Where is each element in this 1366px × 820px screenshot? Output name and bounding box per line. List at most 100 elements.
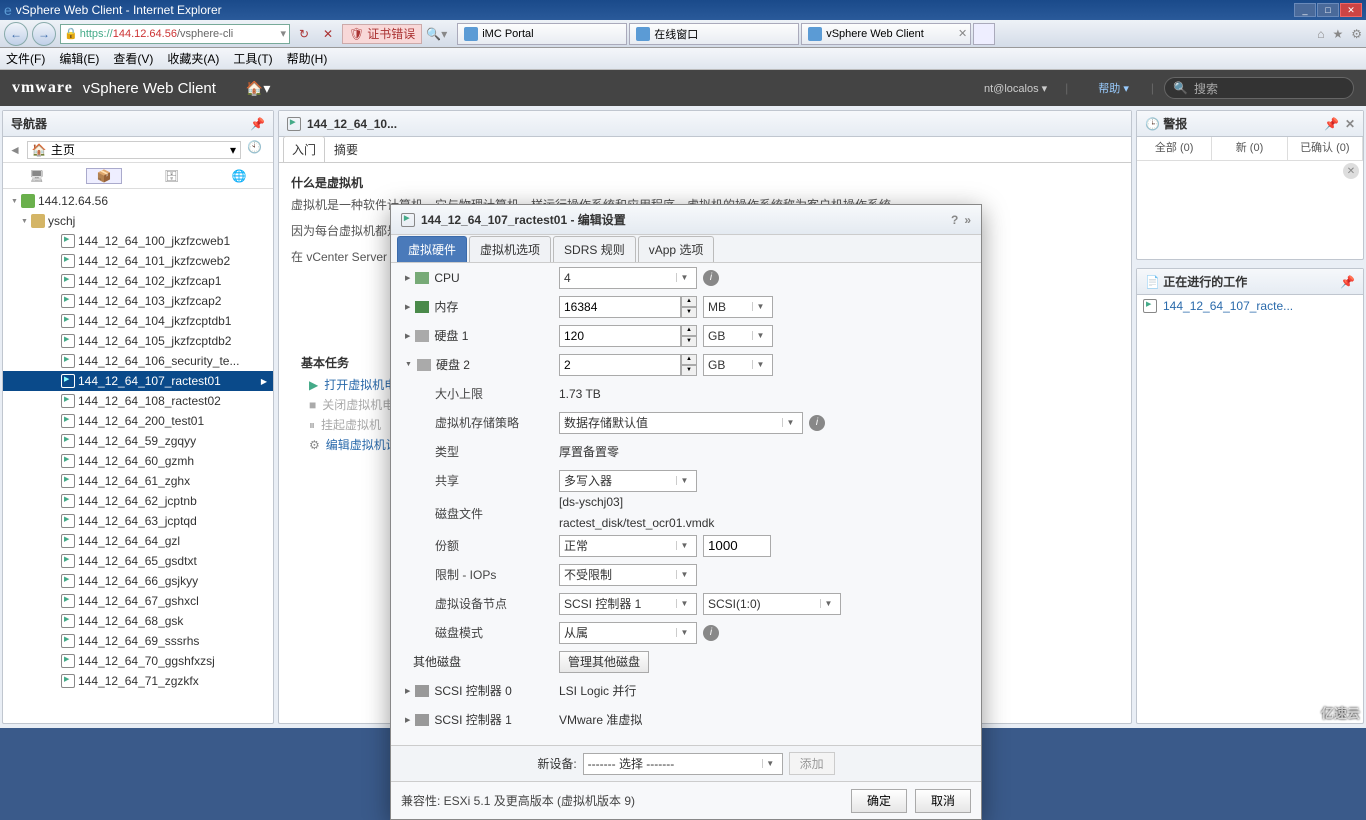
pin-icon[interactable]: 📌 (1324, 117, 1339, 131)
vdev-pos-select[interactable]: SCSI(1:0)▼ (703, 593, 841, 615)
tree-vm-item[interactable]: 144_12_64_100_jkzfzcweb1 (3, 231, 273, 251)
search-dropdown-icon[interactable]: 🔍▾ (426, 27, 447, 41)
cancel-button[interactable]: 取消 (915, 789, 971, 813)
addr-dropdown-icon[interactable]: ▾ (280, 27, 286, 40)
pin-icon[interactable]: 📌 (1340, 275, 1355, 289)
mem-spinner[interactable]: 16384▲▼ (559, 296, 697, 318)
diskmode-select[interactable]: 从属▼ (559, 622, 697, 644)
address-bar[interactable]: 🔒 https://144.12.64.56/vsphere-cli ▾ (60, 24, 290, 44)
tree-vm-item[interactable]: 144_12_64_101_jkzfzcweb2 (3, 251, 273, 271)
tools-icon[interactable]: ⚙ (1351, 27, 1362, 41)
tree-vm-item[interactable]: 144_12_64_70_ggshfxzsj (3, 651, 273, 671)
disk2-unit-select[interactable]: GB▼ (703, 354, 773, 376)
tab-vapp-options[interactable]: vApp 选项 (638, 236, 715, 262)
back-button[interactable]: ← (4, 22, 28, 46)
dismiss-icon[interactable]: ✕ (1343, 163, 1359, 179)
nav-breadcrumb[interactable]: 🏠主页▾ (27, 141, 241, 159)
new-tab-button[interactable] (973, 23, 995, 45)
alarm-tab-all[interactable]: 全部 (0) (1137, 137, 1212, 160)
expand-icon[interactable]: ▶ (405, 274, 410, 282)
ok-button[interactable]: 确定 (851, 789, 907, 813)
disk2-spinner[interactable]: 2▲▼ (559, 354, 697, 376)
cert-error-badge[interactable]: 🛡证书错误 (342, 24, 422, 44)
ie-tab-vsphere[interactable]: vSphere Web Client✕ (801, 23, 971, 45)
pin-icon[interactable]: 📌 (250, 117, 265, 131)
menu-favorites[interactable]: 收藏夹(A) (167, 50, 219, 67)
menu-edit[interactable]: 编辑(E) (59, 50, 99, 67)
ie-tab-online[interactable]: 在线窗口 (629, 23, 799, 45)
home-icon[interactable]: ⌂ (1317, 27, 1324, 41)
tree-vm-item[interactable]: 144_12_64_105_jkzfzcptdb2 (3, 331, 273, 351)
tree-vm-item[interactable]: 144_12_64_63_jcptqd (3, 511, 273, 531)
tab-virtual-hardware[interactable]: 虚拟硬件 (397, 236, 467, 262)
ie-tab-imc[interactable]: iMC Portal (457, 23, 627, 45)
menu-tools[interactable]: 工具(T) (233, 50, 272, 67)
cpu-select[interactable]: 4▼ (559, 267, 697, 289)
tree-vm-item[interactable]: 144_12_64_64_gzl (3, 531, 273, 551)
close-icon[interactable]: ✕ (1345, 117, 1355, 131)
tree-vm-item[interactable]: 144_12_64_71_zgzkfx (3, 671, 273, 691)
iops-select[interactable]: 不受限制▼ (559, 564, 697, 586)
tree-vm-item[interactable]: 144_12_64_108_ractest02 (3, 391, 273, 411)
manage-other-disks-button[interactable]: 管理其他磁盘 (559, 651, 649, 673)
wip-item[interactable]: 144_12_64_107_racte... (1137, 295, 1363, 317)
nav-history-icon[interactable]: 🕙 (247, 140, 267, 160)
info-icon[interactable]: i (809, 415, 825, 431)
collapse-icon[interactable]: ▼ (405, 361, 412, 368)
tree-vm-item[interactable]: 144_12_64_60_gzmh (3, 451, 273, 471)
chevron-right-icon[interactable]: ▶ (261, 377, 267, 386)
share-select[interactable]: 多写入器▼ (559, 470, 697, 492)
chevron-right-icon[interactable]: » (964, 213, 971, 227)
forward-button[interactable]: → (32, 22, 56, 46)
tree-vm-item[interactable]: 144_12_64_65_gsdtxt (3, 551, 273, 571)
alarm-tab-ack[interactable]: 已确认 (0) (1288, 137, 1363, 160)
tree-vm-item[interactable]: 144_12_64_107_ractest01▶ (3, 371, 273, 391)
vdev-ctrl-select[interactable]: SCSI 控制器 1▼ (559, 593, 697, 615)
mem-unit-select[interactable]: MB▼ (703, 296, 773, 318)
tree-vm-item[interactable]: 144_12_64_68_gsk (3, 611, 273, 631)
home-button[interactable]: 🏠▾ (246, 80, 270, 97)
vms-view-icon[interactable]: 📦 (86, 168, 122, 184)
storage-policy-select[interactable]: 数据存储默认值▼ (559, 412, 803, 434)
tree-vm-item[interactable]: 144_12_64_103_jkzfzcap2 (3, 291, 273, 311)
tab-getting-started[interactable]: 入门 (283, 136, 325, 162)
expand-icon[interactable]: ▶ (405, 303, 410, 311)
tree-vm-item[interactable]: 144_12_64_67_gshxcl (3, 591, 273, 611)
alarm-tab-new[interactable]: 新 (0) (1212, 137, 1287, 160)
close-window-button[interactable]: ✕ (1340, 3, 1362, 17)
tab-summary[interactable]: 摘要 (325, 136, 367, 162)
tree-datacenter[interactable]: yschj (48, 214, 75, 228)
storage-view-icon[interactable]: 🗄 (154, 169, 190, 183)
nav-back-icon[interactable]: ◄ (9, 143, 21, 157)
tab-close-icon[interactable]: ✕ (958, 27, 967, 40)
expand-icon[interactable]: ▶ (405, 687, 410, 695)
expand-icon[interactable]: ▶ (405, 332, 410, 340)
tree-vm-item[interactable]: 144_12_64_61_zghx (3, 471, 273, 491)
hosts-view-icon[interactable]: 🖥 (19, 169, 55, 183)
info-icon[interactable]: i (703, 270, 719, 286)
add-device-button[interactable]: 添加 (789, 752, 835, 775)
info-icon[interactable]: i (703, 625, 719, 641)
tree-vm-item[interactable]: 144_12_64_62_jcptnb (3, 491, 273, 511)
tree-vm-item[interactable]: 144_12_64_104_jkzfzcptdb1 (3, 311, 273, 331)
help-link[interactable]: 帮助 ▾ (1098, 80, 1129, 96)
shares-input[interactable] (703, 535, 771, 557)
favorites-icon[interactable]: ★ (1332, 27, 1343, 41)
tree-vm-item[interactable]: 144_12_64_200_test01 (3, 411, 273, 431)
shares-select[interactable]: 正常▼ (559, 535, 697, 557)
tree-vm-item[interactable]: 144_12_64_59_zgqyy (3, 431, 273, 451)
disk1-unit-select[interactable]: GB▼ (703, 325, 773, 347)
maximize-button[interactable]: □ (1317, 3, 1339, 17)
menu-file[interactable]: 文件(F) (6, 50, 45, 67)
tree-vm-item[interactable]: 144_12_64_106_security_te... (3, 351, 273, 371)
tree-vm-item[interactable]: 144_12_64_102_jkzfzcap1 (3, 271, 273, 291)
tab-vm-options[interactable]: 虚拟机选项 (469, 236, 551, 262)
tree-vm-item[interactable]: 144_12_64_69_sssrhs (3, 631, 273, 651)
tab-sdrs-rules[interactable]: SDRS 规则 (553, 236, 636, 262)
expand-icon[interactable]: ▶ (405, 716, 410, 724)
help-icon[interactable]: ? (951, 213, 958, 227)
new-device-select[interactable]: ------- 选择 -------▼ (583, 753, 783, 775)
reload-button[interactable]: ↻ (294, 24, 314, 44)
collapse-icon[interactable]: ▼ (21, 218, 28, 225)
disk1-spinner[interactable]: 120▲▼ (559, 325, 697, 347)
